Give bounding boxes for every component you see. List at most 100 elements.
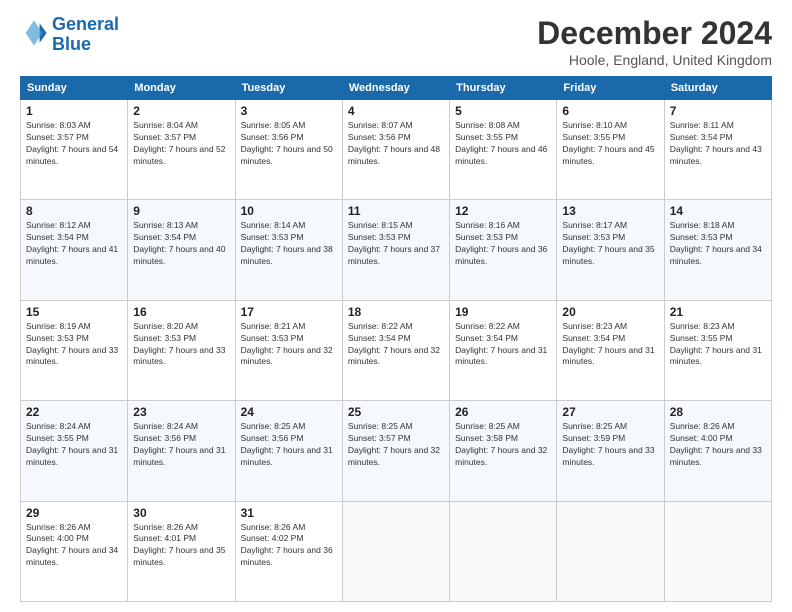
calendar-cell: 8 Sunrise: 8:12 AMSunset: 3:54 PMDayligh… [21,200,128,300]
day-number: 25 [348,405,444,419]
day-number: 30 [133,506,229,520]
day-number: 4 [348,104,444,118]
day-info: Sunrise: 8:12 AMSunset: 3:54 PMDaylight:… [26,220,122,268]
day-info: Sunrise: 8:14 AMSunset: 3:53 PMDaylight:… [241,220,337,268]
calendar-cell: 19 Sunrise: 8:22 AMSunset: 3:54 PMDaylig… [450,300,557,400]
day-number: 9 [133,204,229,218]
calendar-cell: 24 Sunrise: 8:25 AMSunset: 3:56 PMDaylig… [235,401,342,501]
calendar-cell: 3 Sunrise: 8:05 AMSunset: 3:56 PMDayligh… [235,100,342,200]
calendar-cell: 22 Sunrise: 8:24 AMSunset: 3:55 PMDaylig… [21,401,128,501]
calendar-cell: 12 Sunrise: 8:16 AMSunset: 3:53 PMDaylig… [450,200,557,300]
day-number: 20 [562,305,658,319]
day-info: Sunrise: 8:26 AMSunset: 4:01 PMDaylight:… [133,522,229,570]
day-number: 28 [670,405,766,419]
calendar-cell: 1 Sunrise: 8:03 AMSunset: 3:57 PMDayligh… [21,100,128,200]
calendar-cell: 4 Sunrise: 8:07 AMSunset: 3:56 PMDayligh… [342,100,449,200]
day-number: 13 [562,204,658,218]
day-number: 15 [26,305,122,319]
calendar-cell: 23 Sunrise: 8:24 AMSunset: 3:56 PMDaylig… [128,401,235,501]
calendar-table: Sunday Monday Tuesday Wednesday Thursday… [20,76,772,602]
day-info: Sunrise: 8:03 AMSunset: 3:57 PMDaylight:… [26,120,122,168]
day-info: Sunrise: 8:11 AMSunset: 3:54 PMDaylight:… [670,120,766,168]
header-saturday: Saturday [664,77,771,100]
location-subtitle: Hoole, England, United Kingdom [537,52,772,68]
calendar-cell: 20 Sunrise: 8:23 AMSunset: 3:54 PMDaylig… [557,300,664,400]
week-row-2: 8 Sunrise: 8:12 AMSunset: 3:54 PMDayligh… [21,200,772,300]
header-monday: Monday [128,77,235,100]
calendar-cell: 9 Sunrise: 8:13 AMSunset: 3:54 PMDayligh… [128,200,235,300]
day-number: 10 [241,204,337,218]
calendar-cell: 14 Sunrise: 8:18 AMSunset: 3:53 PMDaylig… [664,200,771,300]
page: General Blue December 2024 Hoole, Englan… [0,0,792,612]
day-info: Sunrise: 8:23 AMSunset: 3:55 PMDaylight:… [670,321,766,369]
calendar-cell: 16 Sunrise: 8:20 AMSunset: 3:53 PMDaylig… [128,300,235,400]
day-info: Sunrise: 8:15 AMSunset: 3:53 PMDaylight:… [348,220,444,268]
day-info: Sunrise: 8:25 AMSunset: 3:57 PMDaylight:… [348,421,444,469]
week-row-5: 29 Sunrise: 8:26 AMSunset: 4:00 PMDaylig… [21,501,772,601]
day-info: Sunrise: 8:16 AMSunset: 3:53 PMDaylight:… [455,220,551,268]
day-number: 19 [455,305,551,319]
day-number: 27 [562,405,658,419]
calendar-cell: 15 Sunrise: 8:19 AMSunset: 3:53 PMDaylig… [21,300,128,400]
day-info: Sunrise: 8:19 AMSunset: 3:53 PMDaylight:… [26,321,122,369]
day-info: Sunrise: 8:17 AMSunset: 3:53 PMDaylight:… [562,220,658,268]
day-number: 24 [241,405,337,419]
day-info: Sunrise: 8:10 AMSunset: 3:55 PMDaylight:… [562,120,658,168]
logo-text: General Blue [52,15,119,55]
day-info: Sunrise: 8:25 AMSunset: 3:59 PMDaylight:… [562,421,658,469]
day-info: Sunrise: 8:26 AMSunset: 4:00 PMDaylight:… [670,421,766,469]
day-number: 1 [26,104,122,118]
calendar-cell: 29 Sunrise: 8:26 AMSunset: 4:00 PMDaylig… [21,501,128,601]
day-number: 7 [670,104,766,118]
day-number: 21 [670,305,766,319]
calendar-cell: 30 Sunrise: 8:26 AMSunset: 4:01 PMDaylig… [128,501,235,601]
calendar-cell: 27 Sunrise: 8:25 AMSunset: 3:59 PMDaylig… [557,401,664,501]
day-info: Sunrise: 8:26 AMSunset: 4:00 PMDaylight:… [26,522,122,570]
day-number: 8 [26,204,122,218]
day-number: 14 [670,204,766,218]
calendar-cell: 6 Sunrise: 8:10 AMSunset: 3:55 PMDayligh… [557,100,664,200]
day-info: Sunrise: 8:26 AMSunset: 4:02 PMDaylight:… [241,522,337,570]
day-info: Sunrise: 8:08 AMSunset: 3:55 PMDaylight:… [455,120,551,168]
header-wednesday: Wednesday [342,77,449,100]
day-number: 22 [26,405,122,419]
day-info: Sunrise: 8:23 AMSunset: 3:54 PMDaylight:… [562,321,658,369]
day-info: Sunrise: 8:18 AMSunset: 3:53 PMDaylight:… [670,220,766,268]
day-number: 6 [562,104,658,118]
calendar-cell [450,501,557,601]
title-block: December 2024 Hoole, England, United Kin… [537,15,772,68]
calendar-cell [557,501,664,601]
header-thursday: Thursday [450,77,557,100]
month-title: December 2024 [537,15,772,52]
header-tuesday: Tuesday [235,77,342,100]
day-number: 12 [455,204,551,218]
day-info: Sunrise: 8:22 AMSunset: 3:54 PMDaylight:… [455,321,551,369]
day-number: 18 [348,305,444,319]
day-info: Sunrise: 8:25 AMSunset: 3:56 PMDaylight:… [241,421,337,469]
day-info: Sunrise: 8:22 AMSunset: 3:54 PMDaylight:… [348,321,444,369]
day-info: Sunrise: 8:07 AMSunset: 3:56 PMDaylight:… [348,120,444,168]
day-info: Sunrise: 8:25 AMSunset: 3:58 PMDaylight:… [455,421,551,469]
day-info: Sunrise: 8:21 AMSunset: 3:53 PMDaylight:… [241,321,337,369]
day-number: 16 [133,305,229,319]
header-sunday: Sunday [21,77,128,100]
header-friday: Friday [557,77,664,100]
calendar-cell [342,501,449,601]
calendar-cell: 26 Sunrise: 8:25 AMSunset: 3:58 PMDaylig… [450,401,557,501]
calendar-cell: 31 Sunrise: 8:26 AMSunset: 4:02 PMDaylig… [235,501,342,601]
day-number: 17 [241,305,337,319]
calendar-cell [664,501,771,601]
calendar-cell: 25 Sunrise: 8:25 AMSunset: 3:57 PMDaylig… [342,401,449,501]
day-number: 3 [241,104,337,118]
calendar-cell: 18 Sunrise: 8:22 AMSunset: 3:54 PMDaylig… [342,300,449,400]
day-number: 11 [348,204,444,218]
calendar-cell: 7 Sunrise: 8:11 AMSunset: 3:54 PMDayligh… [664,100,771,200]
calendar-cell: 21 Sunrise: 8:23 AMSunset: 3:55 PMDaylig… [664,300,771,400]
day-info: Sunrise: 8:24 AMSunset: 3:55 PMDaylight:… [26,421,122,469]
day-info: Sunrise: 8:24 AMSunset: 3:56 PMDaylight:… [133,421,229,469]
week-row-4: 22 Sunrise: 8:24 AMSunset: 3:55 PMDaylig… [21,401,772,501]
logo-icon [20,19,48,47]
calendar-cell: 2 Sunrise: 8:04 AMSunset: 3:57 PMDayligh… [128,100,235,200]
logo: General Blue [20,15,119,55]
day-number: 31 [241,506,337,520]
